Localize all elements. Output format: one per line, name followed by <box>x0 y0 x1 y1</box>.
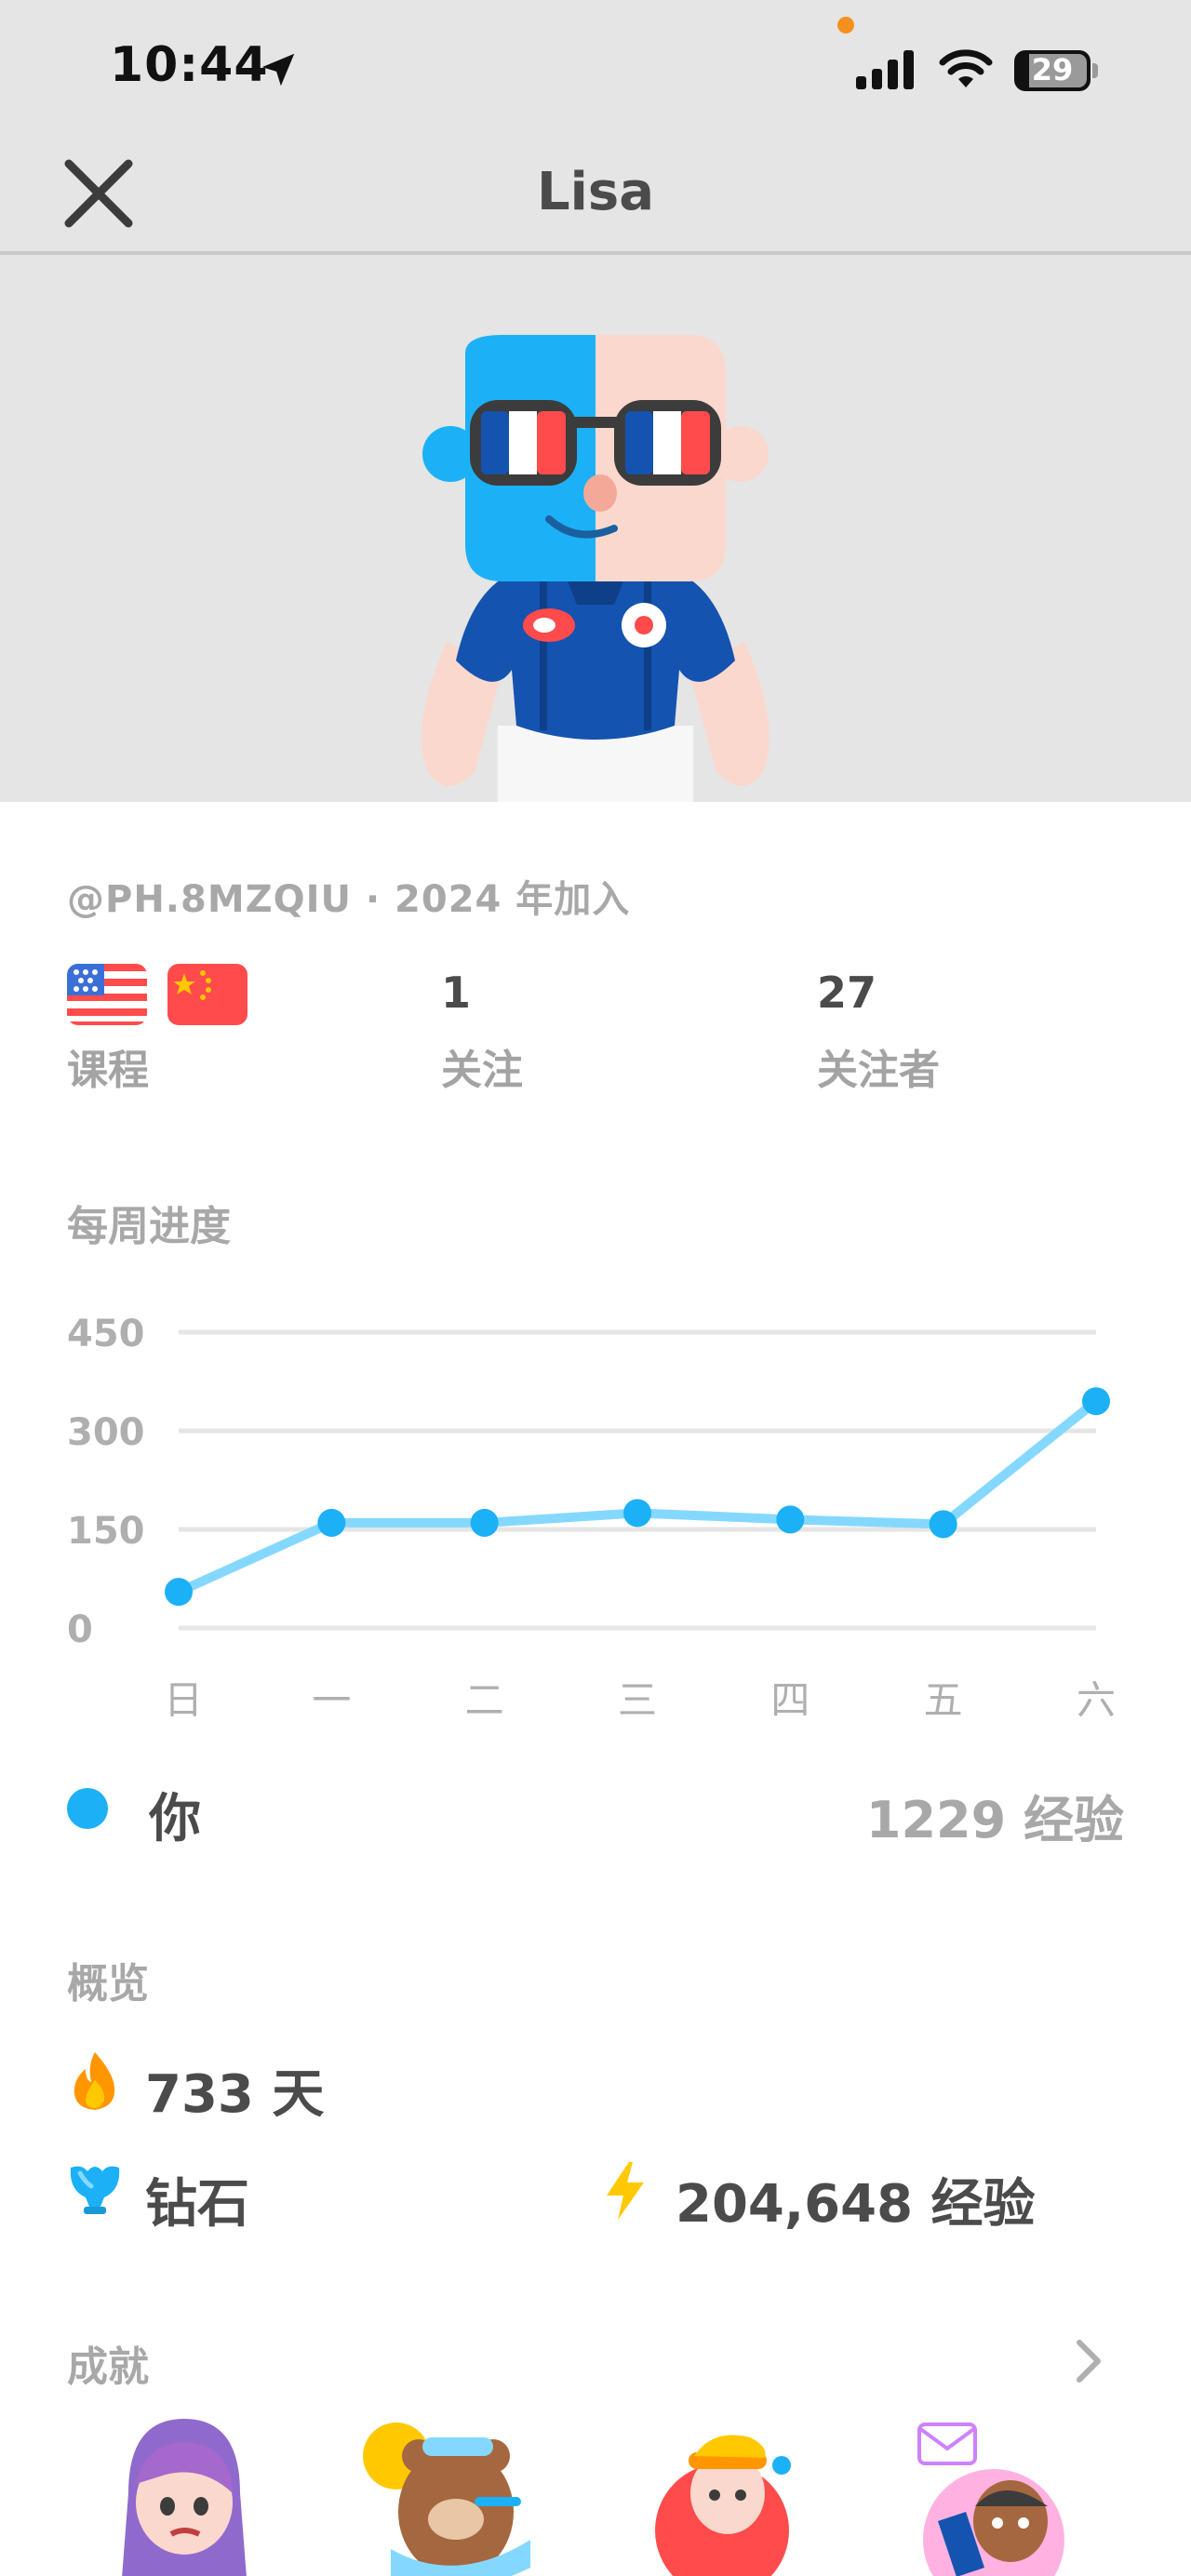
league-stat: 钻石 <box>67 2158 588 2235</box>
location-arrow-icon <box>261 53 295 87</box>
achievement-badge-purple[interactable] <box>91 2409 277 2576</box>
x-tick-label: 四 <box>770 1677 810 1723</box>
streak-value: 733 天 <box>145 2064 325 2125</box>
chevron-right-icon[interactable] <box>1070 2335 1107 2387</box>
battery-indicator: 29 <box>1014 50 1100 91</box>
y-tick-label: 150 <box>67 1510 145 1553</box>
achievement-badge-red[interactable] <box>648 2409 834 2576</box>
weekly-xp-total: 1229 经验 <box>865 1791 1124 1849</box>
data-point <box>623 1499 651 1528</box>
profile-handle: @PH.8MZQIU · 2024 年加入 <box>67 878 631 921</box>
following-label[interactable]: 关注 <box>441 1036 523 1096</box>
achievement-badge-letter[interactable] <box>901 2409 1087 2576</box>
legend-you-dot <box>67 1788 108 1829</box>
x-tick-label: 三 <box>618 1677 657 1723</box>
avatar-illustration[interactable] <box>391 335 800 802</box>
x-tick-label: 五 <box>924 1677 963 1723</box>
data-point <box>470 1508 499 1537</box>
lightning-icon <box>607 2162 644 2220</box>
data-point <box>165 1578 193 1607</box>
y-tick-label: 450 <box>67 1313 145 1355</box>
followers-count[interactable]: 27 <box>817 968 877 1018</box>
wifi-icon <box>939 49 993 87</box>
total-xp-value: 204,648 经验 <box>676 2174 1036 2235</box>
nav-bar: Lisa <box>0 130 1191 255</box>
legend-you-label: 你 <box>149 1789 201 1849</box>
achievements-title: 成就 <box>67 2343 149 2391</box>
data-point <box>776 1505 805 1534</box>
courses-label: 课程 <box>67 1047 149 1094</box>
following-count[interactable]: 1 <box>441 968 471 1018</box>
diamond-trophy-icon <box>70 2166 120 2214</box>
china-flag-icon[interactable] <box>167 964 248 1025</box>
achievement-badge-bear[interactable] <box>354 2409 540 2576</box>
weekly-progress-chart: 0 150 300 450 日 一 二 三 四 五 六 <box>67 1313 1116 1723</box>
x-tick-label: 日 <box>164 1677 203 1723</box>
total-xp-stat: 204,648 经验 <box>597 2158 1156 2235</box>
profile-stats: 课程 1 关注 27 关注者 <box>67 964 1128 1094</box>
status-time: 10:44 <box>110 37 269 93</box>
league-value: 钻石 <box>145 2174 249 2235</box>
y-tick-label: 0 <box>67 1608 93 1651</box>
cellular-signal-icon <box>856 50 914 89</box>
data-point <box>1082 1387 1110 1416</box>
x-tick-label: 六 <box>1077 1677 1116 1723</box>
page-title: Lisa <box>537 162 654 222</box>
weekly-progress-title: 每周进度 <box>67 1203 231 1250</box>
profile-header: 10:44 29 Lisa <box>0 0 1191 802</box>
data-point <box>929 1510 957 1539</box>
battery-level-text: 29 <box>1031 52 1074 87</box>
y-tick-label: 300 <box>67 1411 145 1454</box>
x-tick-label: 一 <box>312 1677 351 1723</box>
achievement-badges <box>0 2409 1191 2576</box>
status-bar: 10:44 29 <box>0 0 1191 130</box>
flame-icon <box>74 2052 115 2110</box>
streak-stat: 733 天 <box>67 2049 625 2125</box>
data-point <box>317 1508 346 1537</box>
us-flag-icon[interactable] <box>67 964 147 1025</box>
x-tick-label: 二 <box>465 1677 504 1723</box>
overview-title: 概览 <box>67 1960 149 2008</box>
followers-label[interactable]: 关注者 <box>817 1036 940 1096</box>
privacy-indicator-dot <box>837 17 854 33</box>
